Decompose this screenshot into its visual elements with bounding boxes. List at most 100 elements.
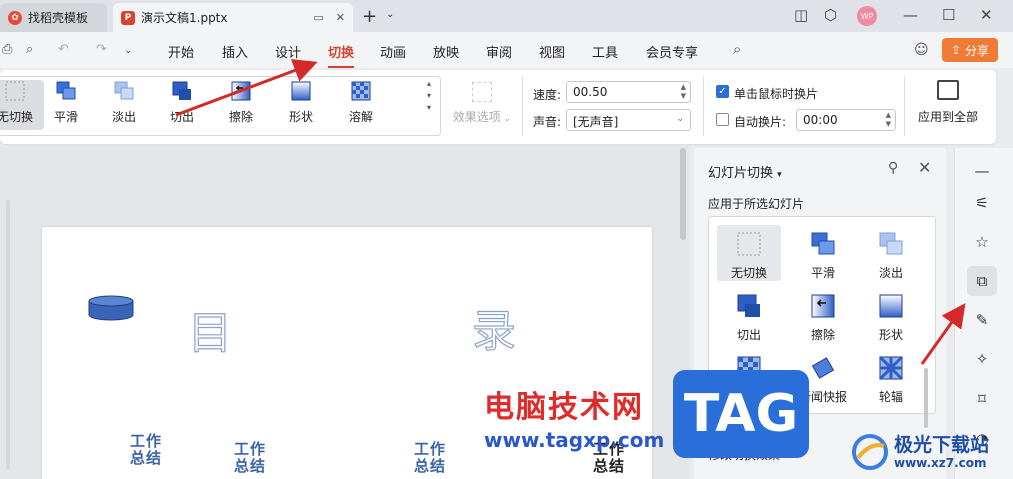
pane-title[interactable]: 幻灯片切换 ▾ <box>708 162 782 181</box>
thumbnail-scrollbar[interactable] <box>6 200 10 470</box>
pane-transition-smooth[interactable]: 平滑 <box>791 225 855 281</box>
pin-icon[interactable]: ⚲ <box>888 160 898 176</box>
pane-transition-fade[interactable]: 淡出 <box>859 225 923 281</box>
menu-animation[interactable]: 动画 <box>380 42 406 61</box>
effect-options-button[interactable]: 效果选项 ⌄ <box>452 82 512 125</box>
gallery-scroll[interactable]: ▴ ▾ ▾ <box>427 78 431 114</box>
menu-review[interactable]: 审阅 <box>486 42 512 61</box>
tab-template-store[interactable]: ✿ 找稻壳模板 <box>0 3 107 32</box>
transition-dissolve[interactable]: 溶解 <box>332 80 390 130</box>
pane-transition-none[interactable]: 无切换 <box>717 225 781 281</box>
spinner-icon[interactable]: ▲ ▼ <box>681 83 686 101</box>
menu-transitions[interactable]: 切换 <box>328 42 355 68</box>
new-tab-plus-icon[interactable]: + <box>362 6 377 27</box>
auto-advance-label: 自动换片: <box>734 115 787 129</box>
tab-label: 演示文稿1.pptx <box>141 11 228 25</box>
pane-scrollbar[interactable] <box>924 368 928 428</box>
transition-shape[interactable]: 形状 <box>272 80 330 130</box>
pane-title-text: 幻灯片切换 <box>708 166 774 181</box>
no-transition-icon <box>737 232 761 256</box>
settings-sliders-icon[interactable]: ⚟ <box>967 188 997 218</box>
title-char-left[interactable]: 目 <box>187 297 232 361</box>
brand-logo-icon <box>852 434 888 470</box>
pane-transition-cut[interactable]: 切出 <box>717 287 781 343</box>
tab-label: 找稻壳模板 <box>28 11 89 25</box>
magic-tools-icon[interactable]: ✧ <box>967 344 997 374</box>
pane-transition-shape[interactable]: 形状 <box>859 287 923 343</box>
slide-item-line: 工作 <box>234 440 267 458</box>
watermark-tag-logo: TAG <box>673 370 809 458</box>
apply-to-all-button[interactable]: 应用到全部 <box>912 80 984 125</box>
close-icon[interactable]: ✕ <box>336 11 345 24</box>
transition-fade[interactable]: 淡出 <box>95 80 153 130</box>
menu-slideshow[interactable]: 放映 <box>433 42 459 61</box>
sound-value: [无声音] <box>573 115 619 129</box>
star-icon[interactable]: ☆ <box>967 227 997 257</box>
menu-insert[interactable]: 插入 <box>222 42 248 61</box>
pane-transition-wheel[interactable]: 轮辐 <box>859 349 923 405</box>
slide-item-1[interactable]: 工作 总结 <box>130 433 162 467</box>
menu-tools[interactable]: 工具 <box>592 42 618 61</box>
slide-item-3[interactable]: 工作 总结 <box>414 441 446 475</box>
book-icon[interactable]: ⌑ <box>967 384 997 414</box>
speed-input[interactable]: 00.50 ▲ ▼ <box>566 81 691 103</box>
watermark-site-url: www.tagxp.com <box>484 428 665 452</box>
chat-icon[interactable]: ☺ <box>914 42 929 58</box>
pane-transition-wipe[interactable]: 擦除 <box>791 287 855 343</box>
layout-icon[interactable]: ◫ <box>794 6 808 24</box>
menu-home[interactable]: 开始 <box>168 42 194 61</box>
apply-all-label: 应用到全部 <box>917 110 978 124</box>
transition-smooth[interactable]: 平滑 <box>37 80 95 130</box>
chevron-down-icon[interactable]: ⌄ <box>386 9 394 20</box>
monitor-icon[interactable]: ▭ <box>313 11 323 24</box>
slide-item-line: 总结 <box>593 457 626 475</box>
title-char-right[interactable]: 录 <box>471 295 516 359</box>
speed-label: 速度: <box>533 88 562 102</box>
sound-label: 声音: <box>533 115 562 129</box>
avatar[interactable]: WP <box>857 6 877 26</box>
slide-item-line: 总结 <box>130 449 163 467</box>
smooth-icon <box>56 81 76 100</box>
transition-wipe[interactable]: 擦除 <box>212 80 270 130</box>
share-button[interactable]: ⇪ 分享 <box>942 38 998 62</box>
undo-icon[interactable]: ↶ <box>58 42 69 57</box>
shape-icon <box>879 294 903 318</box>
cut-icon <box>172 81 191 100</box>
auto-advance-time-input[interactable]: 00:00 ▲ ▼ <box>796 109 896 131</box>
menu-design[interactable]: 设计 <box>275 42 301 61</box>
cube-icon[interactable]: ⬡ <box>824 6 837 24</box>
editor-scrollbar[interactable] <box>680 148 686 240</box>
animation-icon[interactable]: ✎ <box>967 305 997 335</box>
divider <box>522 76 523 136</box>
close-icon[interactable]: ✕ <box>918 158 931 177</box>
dissolve-icon <box>351 81 371 101</box>
transition-label: 平滑 <box>53 110 78 124</box>
sound-select[interactable]: [无声音] ⌄ <box>566 109 691 131</box>
transition-cut[interactable]: 切出 <box>153 80 211 130</box>
tab-document[interactable]: P 演示文稿1.pptx ▭ ✕ <box>113 3 353 32</box>
maximize-icon[interactable]: ☐ <box>942 6 955 24</box>
menu-view[interactable]: 视图 <box>539 42 565 61</box>
spinner-icon[interactable]: ▲ ▼ <box>886 111 891 129</box>
transition-label: 无切换 <box>0 110 33 124</box>
slide-transition-icon[interactable]: ⧉ <box>967 266 997 296</box>
pane-item-label: 形状 <box>878 328 903 342</box>
on-click-checkbox[interactable]: ✓ <box>716 85 729 98</box>
search-icon[interactable]: ⌕ <box>733 40 741 58</box>
chevron-down-icon: ⌄ <box>676 114 684 124</box>
minimize-icon[interactable]: — <box>903 6 918 24</box>
redo-icon[interactable]: ↷ <box>96 42 107 57</box>
more-chevron-icon[interactable]: ⌄ <box>124 45 132 56</box>
fade-icon <box>879 232 903 255</box>
wipe-icon <box>231 81 251 101</box>
auto-advance-checkbox[interactable] <box>716 113 729 126</box>
transition-label: 形状 <box>288 110 313 124</box>
print-preview-icon[interactable]: ⌕ <box>26 42 33 57</box>
cylinder-shape[interactable] <box>88 295 134 321</box>
slide-item-2[interactable]: 工作 总结 <box>234 441 266 475</box>
menu-member[interactable]: 会员专享 <box>646 42 698 61</box>
print-icon[interactable]: ⎙ <box>2 42 12 57</box>
brand-name: 极光下载站 <box>894 434 990 456</box>
collapse-icon[interactable]: — <box>967 156 997 186</box>
window-close-icon[interactable]: ✕ <box>980 6 993 24</box>
